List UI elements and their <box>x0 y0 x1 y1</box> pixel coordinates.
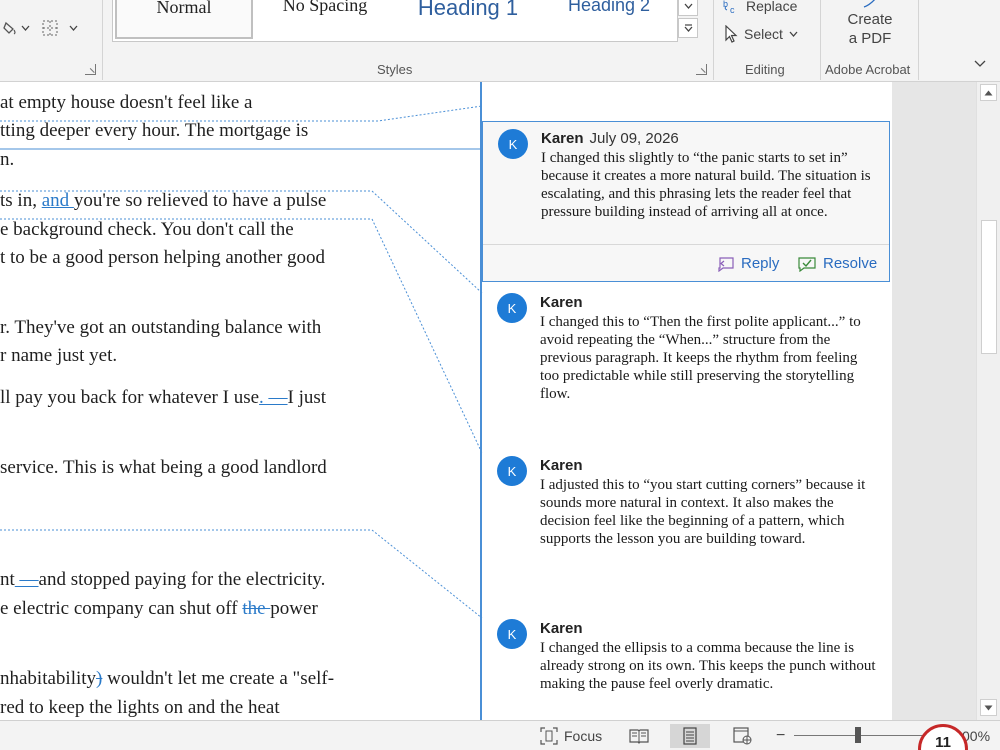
resolve-label: Resolve <box>823 255 878 272</box>
comment-header: Karen <box>540 294 583 312</box>
avatar: K <box>497 456 527 486</box>
notification-count: 11 <box>935 734 951 750</box>
comment-connector <box>0 190 483 294</box>
read-mode-button[interactable] <box>629 726 649 746</box>
zoom-slider-thumb[interactable] <box>855 727 861 743</box>
comment-header: Karen July 09, 2026 <box>541 130 679 148</box>
avatar: K <box>498 129 528 159</box>
resolve-button[interactable]: Resolve <box>797 255 877 272</box>
focus-button[interactable]: Focus <box>540 726 602 746</box>
comment-connector <box>0 218 483 454</box>
comment-card[interactable]: K Karen I changed this to “Then the firs… <box>482 286 890 436</box>
zoom-slider-track[interactable] <box>794 735 934 736</box>
avatar: K <box>497 619 527 649</box>
comment-date: July 09, 2026 <box>589 130 679 147</box>
zoom-out-button[interactable]: − <box>776 726 785 746</box>
page-icon <box>683 727 697 745</box>
reply-button[interactable]: Reply <box>715 255 779 272</box>
status-bar: Focus − 00% 11 <box>0 720 1000 750</box>
comment-actions: Reply Resolve <box>483 244 889 280</box>
comment-header: Karen <box>540 620 583 638</box>
comment-author: Karen <box>540 294 583 311</box>
comment-text: I changed this to “Then the first polite… <box>540 314 861 402</box>
resolve-icon <box>798 256 816 272</box>
web-layout-button[interactable] <box>733 726 753 746</box>
triangle-up-icon <box>984 90 993 95</box>
reply-icon <box>718 256 734 272</box>
group-separator <box>918 0 919 80</box>
chevron-down-icon <box>974 60 986 67</box>
print-layout-button[interactable] <box>670 724 710 748</box>
comment-connector <box>0 105 483 122</box>
notification-badge[interactable]: 11 <box>918 724 968 750</box>
comment-author: Karen <box>540 457 583 474</box>
comment-text: I adjusted this to “you start cutting co… <box>540 477 866 547</box>
page-gutter <box>892 82 976 720</box>
focus-label: Focus <box>564 728 603 744</box>
comment-card[interactable]: K Karen I changed the ellipsis to a comm… <box>482 612 890 718</box>
avatar: K <box>497 293 527 323</box>
triangle-down-icon <box>984 705 993 710</box>
comment-card[interactable]: K Karen July 09, 2026 I changed this slig… <box>482 121 890 282</box>
vertical-scrollbar[interactable] <box>976 82 1000 720</box>
scroll-down-button[interactable] <box>980 699 997 716</box>
minus-icon: − <box>776 727 786 744</box>
comment-connector <box>0 529 483 619</box>
comment-text: I changed this slightly to “the panic st… <box>541 150 871 220</box>
scroll-thumb[interactable] <box>981 220 997 354</box>
web-layout-icon <box>733 727 752 745</box>
comment-header: Karen <box>540 457 583 475</box>
reply-label: Reply <box>741 255 780 272</box>
collapse-ribbon-button[interactable] <box>970 54 990 72</box>
focus-icon <box>540 727 558 745</box>
comment-author: Karen <box>540 620 583 637</box>
book-icon <box>629 729 649 744</box>
comment-card[interactable]: K Karen I adjusted this to “you start cu… <box>482 449 890 599</box>
comment-text: I changed the ellipsis to a comma becaus… <box>540 640 876 692</box>
scroll-up-button[interactable] <box>980 84 997 101</box>
comment-author: Karen <box>541 130 584 147</box>
